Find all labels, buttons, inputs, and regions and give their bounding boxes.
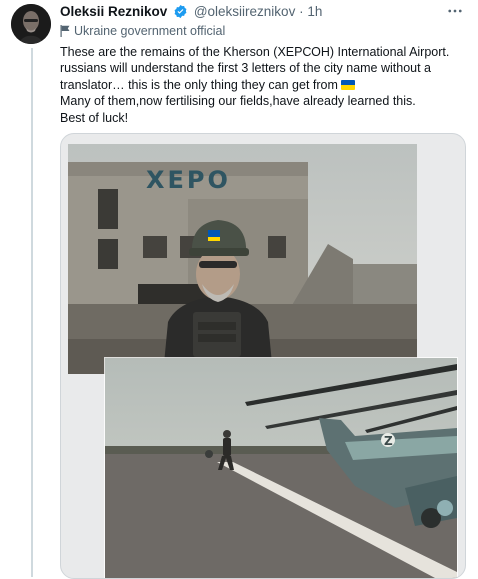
tweet: Oleksii Reznikov @oleksiireznikov · 1h U… <box>0 0 478 579</box>
author-handle[interactable]: @oleksiireznikov <box>194 4 296 19</box>
ukraine-flag-emoji <box>340 79 355 90</box>
helicopter-runway-photo[interactable]: Z <box>105 358 457 578</box>
media-container[interactable]: ХЕРО Z <box>60 133 466 579</box>
tweet-text: These are the remains of the Kherson (ХЕ… <box>60 44 460 126</box>
government-flag-icon <box>60 25 70 37</box>
tweet-line: russians will understand the first 3 let… <box>60 61 432 76</box>
author-name[interactable]: Oleksii Reznikov <box>60 4 167 19</box>
airport-ruins-photo[interactable]: ХЕРО <box>68 144 417 374</box>
avatar[interactable] <box>11 4 51 44</box>
tweet-line: Many of them,now fertilising our fields,… <box>60 94 416 109</box>
tweet-line: These are the remains of the Kherson (ХЕ… <box>60 45 450 59</box>
thread-line <box>31 48 33 577</box>
svg-text:Z: Z <box>384 434 393 448</box>
affiliation-label[interactable]: Ukraine government official <box>60 24 225 38</box>
tweet-line: Best of luck! <box>60 110 129 125</box>
avatar-image <box>11 4 51 44</box>
tweet-header: Oleksii Reznikov @oleksiireznikov · 1h <box>60 4 462 22</box>
affiliation-text: Ukraine government official <box>74 24 226 38</box>
tweet-line-with-flag: translator… this is the only thing they … <box>60 77 460 93</box>
timestamp[interactable]: 1h <box>307 4 322 19</box>
sign-text: ХЕРО <box>146 166 231 194</box>
tweet-line: translator… this is the only thing they … <box>60 77 338 92</box>
separator-dot: · <box>299 4 304 19</box>
verified-badge-icon <box>174 4 187 19</box>
more-horizontal-icon[interactable] <box>446 2 464 25</box>
